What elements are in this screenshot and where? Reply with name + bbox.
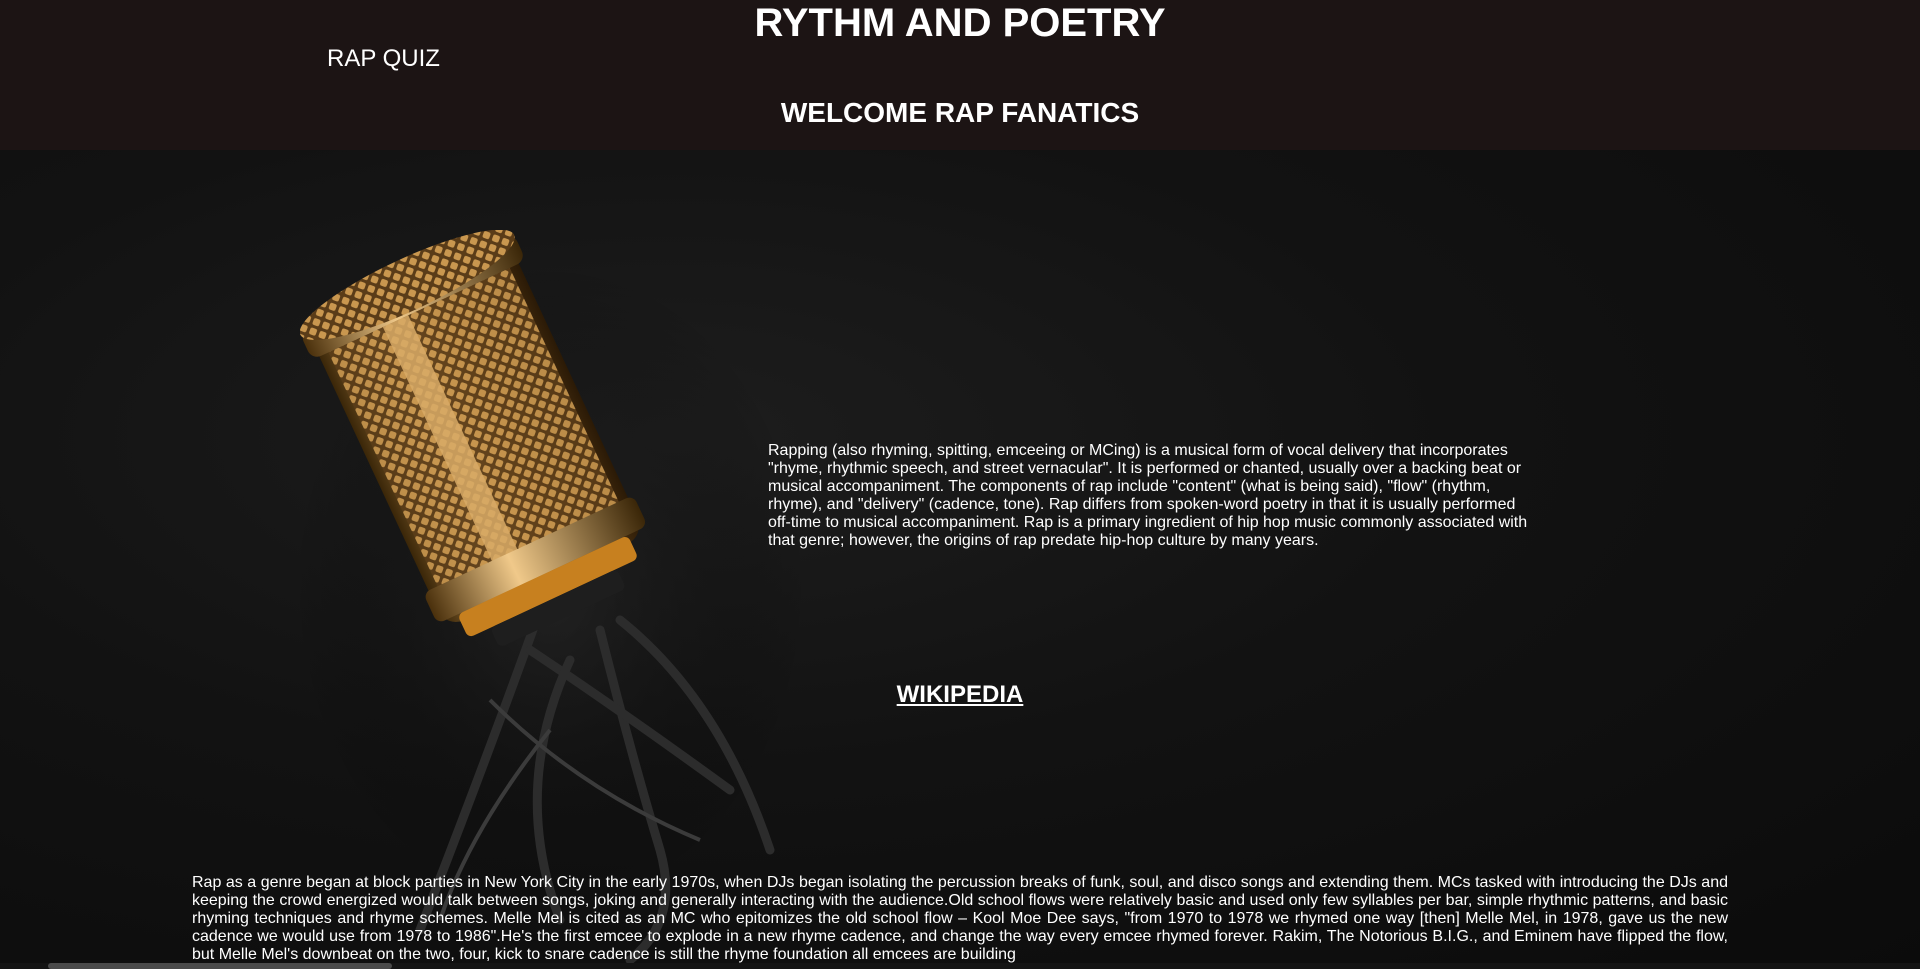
rap-quiz-link[interactable]: RAP QUIZ [327, 45, 440, 73]
welcome-heading: WELCOME RAP FANATICS [780, 97, 1140, 128]
wikipedia-link-wrapper: WIKIPEDIA [0, 680, 1920, 710]
microphone-image [300, 230, 810, 965]
horizontal-scrollbar[interactable] [0, 963, 1920, 969]
site-title: RYTHM AND POETRY [754, 1, 1166, 45]
page: RYTHM AND POETRY RAP QUIZ WELCOME RAP FA… [0, 0, 1920, 969]
site-header: RYTHM AND POETRY RAP QUIZ WELCOME RAP FA… [0, 0, 1920, 150]
wikipedia-link[interactable]: WIKIPEDIA [897, 681, 1024, 708]
rap-intro-paragraph: Rapping (also rhyming, spitting, emceein… [768, 442, 1528, 549]
scrollbar-thumb[interactable] [48, 963, 392, 969]
rap-history-paragraph: Rap as a genre began at block parties in… [192, 874, 1728, 963]
